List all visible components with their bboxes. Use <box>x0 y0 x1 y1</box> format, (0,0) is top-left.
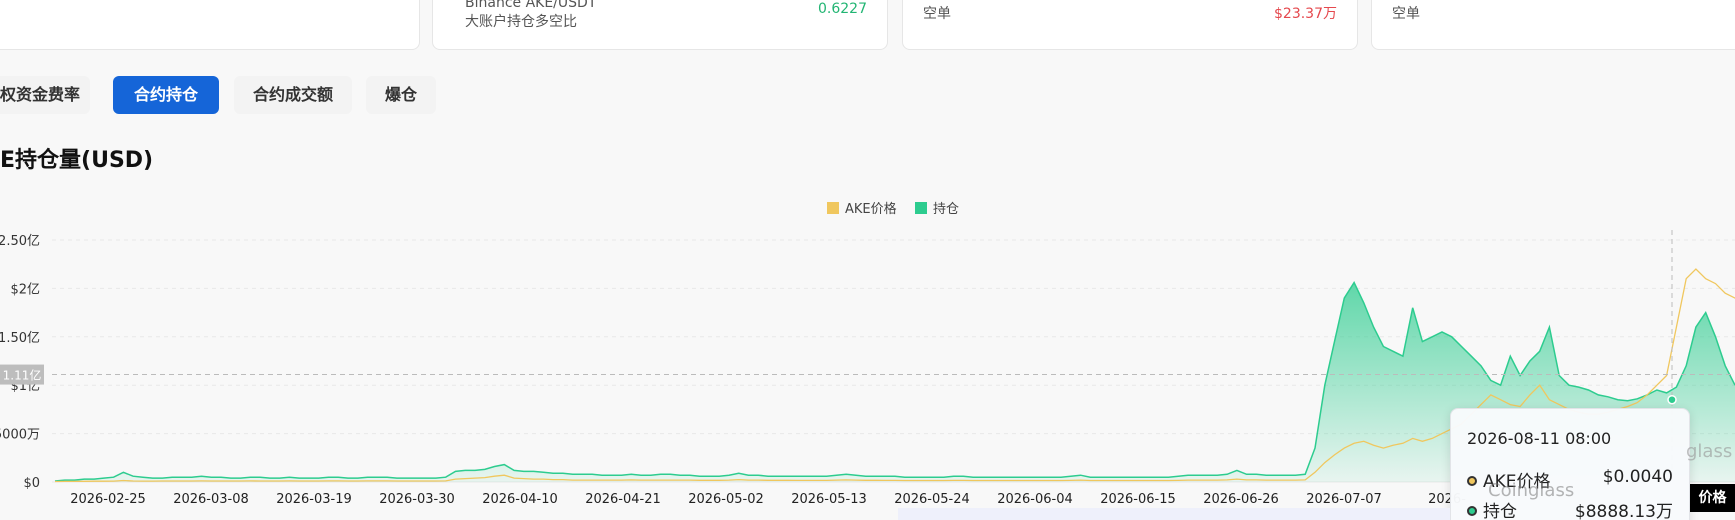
tab-open-interest[interactable]: 合约持仓 <box>113 76 219 114</box>
x-tick-label: 2026-04-10 <box>482 492 558 507</box>
stat-card-long-short-ratio: Binance AKE/USDT 大账户持仓多空比 0.6227 <box>432 0 888 50</box>
tab-funding-rate[interactable]: 权资金费率 <box>0 76 90 114</box>
x-tick-label: 2026-05-24 <box>894 492 970 507</box>
tab-volume[interactable]: 合约成交额 <box>234 76 352 114</box>
section-title: E持仓量(USD) <box>0 148 154 173</box>
legend-label: AKE价格 <box>845 201 897 217</box>
y-tick-label: 5000万 <box>0 428 40 443</box>
x-tick-label: 2026-03-08 <box>173 492 249 507</box>
card-title: Binance AKE/USDT <box>465 0 597 11</box>
card-label: 空单 <box>923 6 951 22</box>
y-tick-label: $2亿 <box>10 282 40 297</box>
y-tick-label: 2.50亿 <box>0 234 40 249</box>
chart-tooltip: 2026-08-11 08:00 AKE价格 $0.0040 持仓 $8888.… <box>1450 408 1690 520</box>
stat-card-1 <box>0 0 420 50</box>
chart-legend: AKE价格 持仓 <box>827 201 959 217</box>
card-value: $23.37万 <box>1274 6 1337 22</box>
footer-strip <box>898 508 1450 520</box>
x-tick-label: 2026-06-26 <box>1203 492 1279 507</box>
tooltip-label: 持仓 <box>1483 502 1517 520</box>
tooltip-time: 2026-08-11 08:00 <box>1467 429 1612 448</box>
x-tick-label: 2026-05-13 <box>791 492 867 507</box>
x-tick-label: 2026-06-15 <box>1100 492 1176 507</box>
tooltip-value: $0.0040 <box>1602 467 1673 487</box>
x-tick-label: 2026-04-21 <box>585 492 661 507</box>
stat-card-short: 空单 $23.37万 <box>902 0 1358 50</box>
crosshair-label: 1.11亿 <box>3 368 42 383</box>
watermark: Coinglass <box>1488 480 1575 501</box>
card-label: 大账户持仓多空比 <box>465 14 577 30</box>
y-tick-label: $0 <box>23 476 40 491</box>
hover-dot-oi <box>1667 394 1677 405</box>
x-tick-label: 2026-03-30 <box>379 492 455 507</box>
price-dot-icon <box>1467 476 1477 486</box>
x-tick-label: 2026-07-07 <box>1306 492 1382 507</box>
x-tick-label: 2026-02-25 <box>70 492 146 507</box>
x-tick-label: 2026-03-19 <box>276 492 352 507</box>
watermark-fragment: glass <box>1686 441 1733 462</box>
stat-card-short-2: 空单 <box>1371 0 1735 50</box>
tooltip-value: $8888.13万 <box>1574 502 1673 520</box>
tab-liquidation[interactable]: 爆仓 <box>366 76 436 114</box>
x-axis: 2026-02-25 2026-03-08 2026-03-19 2026-03-30… <box>70 492 1466 507</box>
oi-dot-icon <box>1467 506 1477 516</box>
y-axis: $05000万$1亿1.50亿$2亿2.50亿 <box>0 234 40 491</box>
legend-swatch <box>827 202 839 214</box>
legend-swatch <box>915 202 927 214</box>
x-tick-label: 2026-05-02 <box>688 492 764 507</box>
card-value: 0.6227 <box>818 1 867 17</box>
corner-label: 价格 <box>1690 484 1735 512</box>
card-label: 空单 <box>1392 6 1420 22</box>
legend-label: 持仓 <box>933 202 959 217</box>
x-tick-label: 2026-06-04 <box>997 492 1073 507</box>
y-tick-label: 1.50亿 <box>0 331 40 346</box>
